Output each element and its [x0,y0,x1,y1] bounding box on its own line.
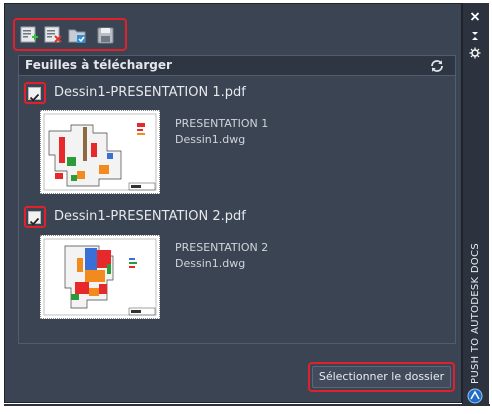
sheet-thumbnail[interactable] [40,110,160,194]
sheet-checkbox[interactable] [28,211,41,226]
select-folder-button[interactable]: Sélectionner le dossier [312,366,451,388]
close-button[interactable] [468,8,482,21]
drawing-file-name: Dessin1.dwg [175,257,246,270]
save-button[interactable] [96,26,115,45]
sheet-file-name: Dessin1-PRESENTATION 2.pdf [54,209,246,224]
sheet-file-name: Dessin1-PRESENTATION 1.pdf [54,85,246,100]
autodesk-docs-logo [467,388,483,404]
add-sheet-icon [20,26,38,43]
sheet-thumbnail[interactable] [40,235,160,319]
save-icon [97,27,114,44]
add-sheets-button[interactable] [20,26,39,45]
drawing-preview-image [41,111,159,193]
folder-icon [68,29,86,43]
drawing-file-name: Dessin1.dwg [175,133,246,146]
palette-bottom-edge [4,404,490,406]
refresh-button[interactable] [429,58,445,74]
sheets-list-header: Feuilles à télécharger [19,56,455,76]
layout-name: PRESENTATION 2 [175,241,269,254]
remove-sheet-icon [44,26,62,43]
properties-button[interactable] [468,44,482,59]
drawing-preview-image [41,236,159,318]
close-icon [470,12,480,21]
refresh-icon [431,60,443,72]
checkmark-icon [29,93,40,102]
sheets-list-title: Feuilles à télécharger [25,58,172,72]
autodesk-docs-icon [467,388,483,404]
layout-name: PRESENTATION 1 [175,117,269,130]
remove-sheets-button[interactable] [44,26,63,45]
auto-hide-button[interactable] [468,27,482,40]
auto-hide-icon [472,32,478,40]
palette-title: PUSH TO AUTODESK DOCS [470,243,481,384]
open-folder-button[interactable] [68,26,87,45]
sheet-checkbox[interactable] [28,87,41,102]
properties-icon [469,47,481,59]
checkmark-icon [29,217,40,226]
